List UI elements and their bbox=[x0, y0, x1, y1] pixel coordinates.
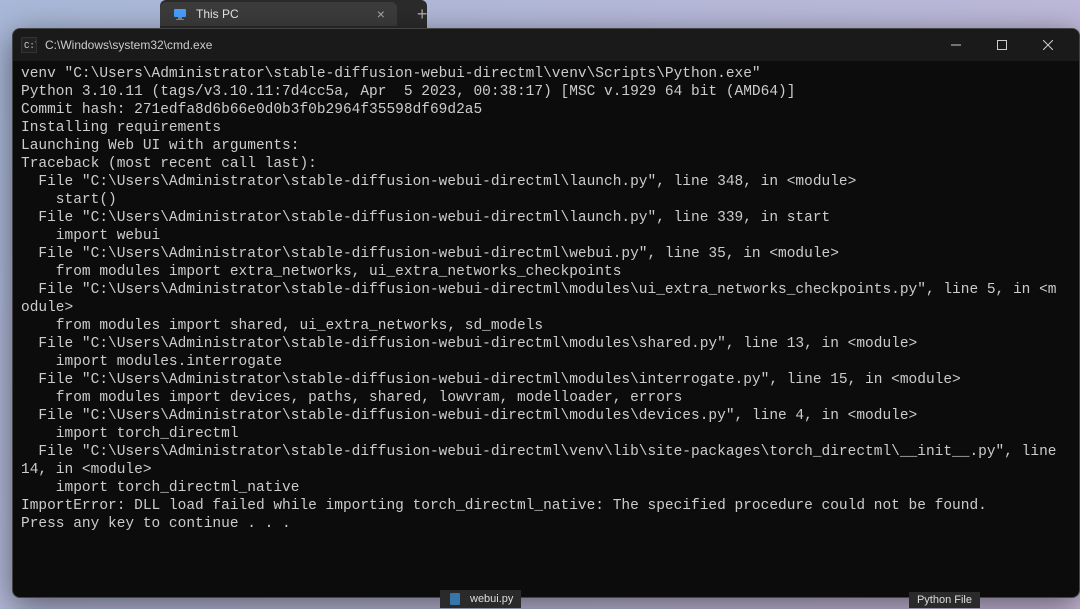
window-controls bbox=[933, 29, 1071, 61]
terminal-line: from modules import devices, paths, shar… bbox=[21, 389, 1071, 407]
tab-close-button[interactable]: × bbox=[377, 6, 385, 22]
file-row[interactable]: webui.py bbox=[440, 590, 521, 608]
file-name: webui.py bbox=[470, 593, 513, 605]
terminal-line: from modules import extra_networks, ui_e… bbox=[21, 263, 1071, 281]
terminal-line: Traceback (most recent call last): bbox=[21, 155, 1071, 173]
terminal-line: File "C:\Users\Administrator\stable-diff… bbox=[21, 335, 1071, 353]
maximize-button[interactable] bbox=[979, 29, 1025, 61]
terminal-line: Launching Web UI with arguments: bbox=[21, 137, 1071, 155]
file-type: Python File bbox=[909, 592, 980, 608]
terminal-line: File "C:\Users\Administrator\stable-diff… bbox=[21, 281, 1071, 299]
terminal-line: Python 3.10.11 (tags/v3.10.11:7d4cc5a, A… bbox=[21, 83, 1071, 101]
explorer-tab-bar: This PC × + bbox=[160, 0, 427, 28]
terminal-line: File "C:\Users\Administrator\stable-diff… bbox=[21, 443, 1071, 461]
cmd-icon: C:\ bbox=[21, 37, 37, 53]
terminal-line: File "C:\Users\Administrator\stable-diff… bbox=[21, 371, 1071, 389]
explorer-tab-thispc[interactable]: This PC × bbox=[160, 2, 397, 26]
cmd-window: C:\ C:\Windows\system32\cmd.exe venv "C:… bbox=[12, 28, 1080, 598]
terminal-line: File "C:\Users\Administrator\stable-diff… bbox=[21, 173, 1071, 191]
tab-title: This PC bbox=[196, 7, 239, 21]
terminal-line: Press any key to continue . . . bbox=[21, 515, 1071, 533]
terminal-line: odule> bbox=[21, 299, 1071, 317]
close-button[interactable] bbox=[1025, 29, 1071, 61]
terminal-line: venv "C:\Users\Administrator\stable-diff… bbox=[21, 65, 1071, 83]
terminal-line: import modules.interrogate bbox=[21, 353, 1071, 371]
terminal-line: import torch_directml bbox=[21, 425, 1071, 443]
terminal-line: File "C:\Users\Administrator\stable-diff… bbox=[21, 245, 1071, 263]
terminal-line: import torch_directml_native bbox=[21, 479, 1071, 497]
terminal-line: Commit hash: 271edfa8d6b66e0d0b3f0b2964f… bbox=[21, 101, 1071, 119]
svg-text:C:\: C:\ bbox=[24, 41, 36, 51]
cmd-title: C:\ C:\Windows\system32\cmd.exe bbox=[21, 37, 212, 53]
terminal-line: start() bbox=[21, 191, 1071, 209]
cmd-output[interactable]: venv "C:\Users\Administrator\stable-diff… bbox=[13, 61, 1079, 537]
terminal-line: Installing requirements bbox=[21, 119, 1071, 137]
terminal-line: File "C:\Users\Administrator\stable-diff… bbox=[21, 209, 1071, 227]
pc-icon bbox=[172, 6, 188, 22]
terminal-line: ImportError: DLL load failed while impor… bbox=[21, 497, 1071, 515]
terminal-line: File "C:\Users\Administrator\stable-diff… bbox=[21, 407, 1071, 425]
cmd-title-text: C:\Windows\system32\cmd.exe bbox=[45, 38, 212, 52]
terminal-line: 14, in <module> bbox=[21, 461, 1071, 479]
minimize-button[interactable] bbox=[933, 29, 979, 61]
terminal-line: import webui bbox=[21, 227, 1071, 245]
new-tab-button[interactable]: + bbox=[417, 4, 428, 25]
python-file-icon bbox=[448, 592, 462, 606]
terminal-line: from modules import shared, ui_extra_net… bbox=[21, 317, 1071, 335]
cmd-titlebar[interactable]: C:\ C:\Windows\system32\cmd.exe bbox=[13, 29, 1079, 61]
